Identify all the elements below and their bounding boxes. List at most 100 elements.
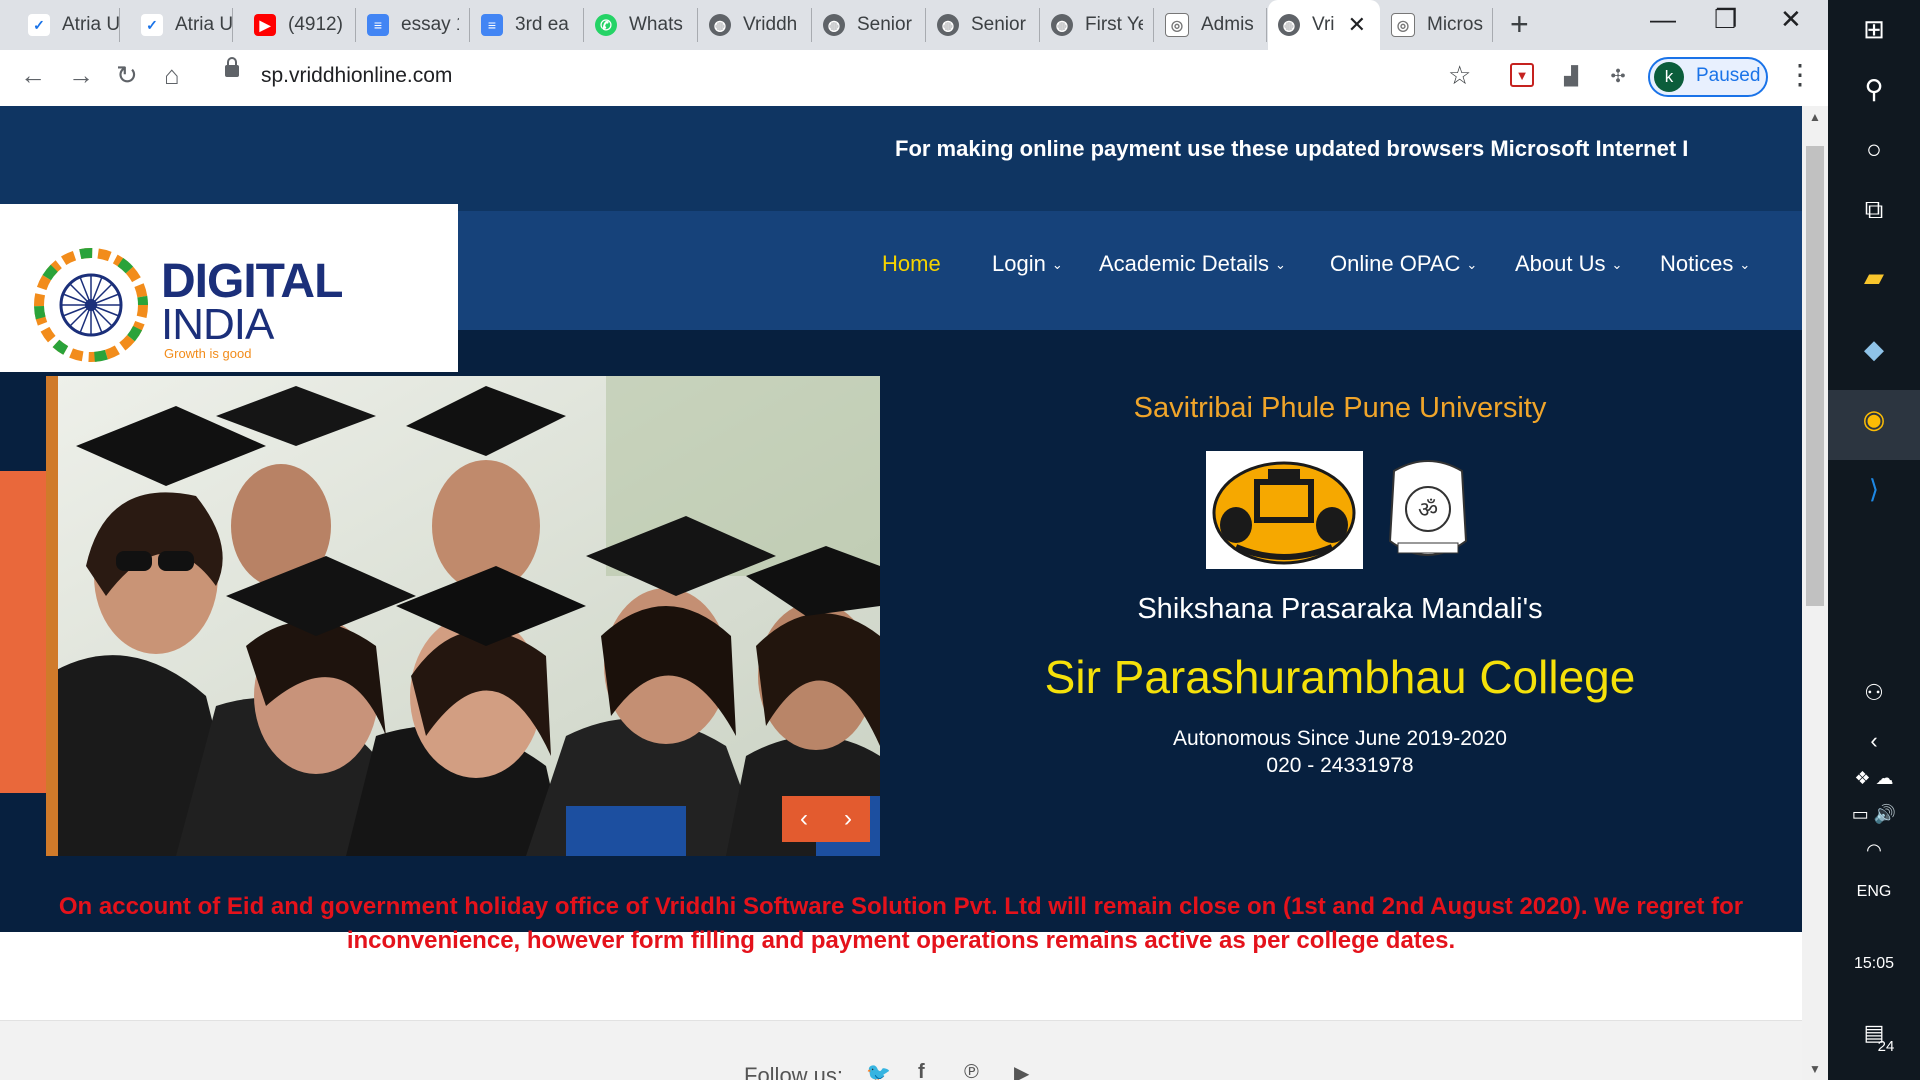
browser-tab[interactable]: ◍ Senior [927, 8, 1040, 42]
browser-tab[interactable]: ▶ (4912) [244, 8, 356, 42]
reload-icon[interactable]: ↻ [116, 60, 138, 91]
restore-icon[interactable]: ❐ [1714, 4, 1737, 35]
browser-tab[interactable]: ≡ essay 1 [357, 8, 470, 42]
battery-volume-icon[interactable]: ▭ 🔊 [1828, 804, 1920, 825]
globe-icon: ◍ [937, 14, 959, 36]
address-bar[interactable]: sp.vriddhionline.com [261, 64, 452, 88]
browser-tab[interactable]: ◍ First Ye [1041, 8, 1154, 42]
dropbox-onedrive-icon[interactable]: ❖ ☁ [1828, 768, 1920, 789]
extension-pocket-icon[interactable]: ▼ [1510, 63, 1534, 87]
vscode-icon[interactable]: ⟩ [1828, 474, 1920, 505]
windows-start-icon[interactable]: ⊞ [1828, 14, 1920, 45]
docs-icon: ≡ [367, 14, 389, 36]
browser-tab-active[interactable]: ◍ Vri ✕ [1268, 0, 1380, 50]
bookmark-star-icon[interactable]: ☆ [1448, 60, 1471, 91]
app-icon[interactable]: ◆ [1828, 334, 1920, 365]
language-indicator[interactable]: ENG [1828, 883, 1920, 901]
browser-tab[interactable]: ◎ Admis [1155, 8, 1267, 42]
browser-tab[interactable]: ✓ Atria U [18, 8, 120, 42]
globe-icon: ◍ [823, 14, 845, 36]
nav-academic-details[interactable]: Academic Details ⌄ [1099, 251, 1286, 277]
new-tab-button[interactable]: + [1510, 6, 1529, 43]
chevron-down-icon: ⌄ [1051, 257, 1063, 272]
show-hidden-icons-chevron-icon[interactable]: ‹ [1828, 728, 1920, 754]
holiday-notice: On account of Eid and government holiday… [58, 893, 1744, 954]
clock[interactable]: 15:05 [1828, 955, 1920, 973]
scroll-thumb[interactable] [1806, 146, 1824, 606]
profile-button[interactable]: k Paused [1648, 57, 1768, 97]
browser-tab[interactable]: ✓ Atria U [131, 8, 233, 42]
task-view-icon[interactable]: ⧉ [1828, 194, 1920, 226]
browser-tab[interactable]: ≡ 3rd ea [471, 8, 584, 42]
browser-tab-strip: ✓ Atria U ✓ Atria U ▶ (4912) ≡ essay 1 ≡… [0, 0, 1828, 50]
nav-notices[interactable]: Notices ⌄ [1660, 251, 1750, 277]
youtube-social-icon[interactable]: ▶ [1014, 1061, 1029, 1080]
digital-india-logo[interactable]: DIGITAL INDIA Growth is good [0, 204, 458, 372]
scroll-down-icon[interactable]: ▼ [1809, 1062, 1821, 1076]
tab-title: Vri [1312, 14, 1335, 35]
lock-icon[interactable] [225, 57, 239, 77]
pinterest-icon[interactable]: ℗ [964, 1061, 979, 1080]
home-icon[interactable]: ⌂ [164, 60, 180, 91]
twitter-icon[interactable]: 🐦 [866, 1061, 891, 1080]
minimize-icon[interactable]: — [1650, 4, 1676, 35]
page-viewport: For making online payment use these upda… [0, 106, 1802, 1080]
file-explorer-icon[interactable]: ▰ [1828, 262, 1920, 293]
page-scrollbar[interactable]: ▲ ▼ [1802, 106, 1828, 1080]
graduates-photo [46, 376, 880, 856]
ticker-band: For making online payment use these upda… [0, 106, 1802, 212]
college-phone: 020 - 24331978 [1266, 754, 1414, 777]
browser-tab[interactable]: ◍ Vriddh [699, 8, 812, 42]
college-icon: ◎ [1391, 13, 1415, 37]
footer: Follow us: 🐦 f ℗ ▶ [0, 1020, 1802, 1080]
tab-title: Micros [1427, 14, 1483, 35]
university-name: Savitribai Phule Pune University [1133, 392, 1547, 424]
back-icon[interactable]: ← [20, 60, 46, 91]
avatar: k [1654, 62, 1684, 92]
nav-home-label: Home [882, 251, 941, 276]
forward-icon[interactable]: → [68, 60, 94, 91]
ashoka-chakra-icon [34, 248, 148, 362]
nav-home[interactable]: Home [882, 251, 941, 277]
tab-title: Senior [971, 14, 1026, 35]
nav-online-opac[interactable]: Online OPAC ⌄ [1330, 251, 1477, 277]
chrome-icon[interactable]: ◉ [1828, 404, 1920, 435]
tab-title: Whats [629, 14, 683, 35]
cortana-icon[interactable]: ○ [1828, 134, 1920, 165]
search-icon[interactable]: ⚲ [1828, 74, 1920, 105]
slider-prev-button[interactable]: ‹ [782, 796, 826, 842]
tab-title: Atria U [175, 14, 232, 35]
image-slider: ‹ › [46, 376, 880, 856]
tab-title: Vriddh [743, 14, 798, 35]
tab-title: (4912) [288, 14, 343, 35]
facebook-icon[interactable]: f [918, 1061, 925, 1080]
chevron-down-icon: ⌄ [1611, 257, 1623, 272]
chevron-down-icon: ⌄ [1739, 257, 1751, 272]
people-icon[interactable]: ⚇ [1828, 680, 1920, 706]
browser-toolbar: ← → ↻ ⌂ sp.vriddhionline.com ☆ ▼ ▟ ✣ k P… [0, 50, 1828, 107]
tab-title: First Ye [1085, 14, 1143, 35]
nav-opac-label: Online OPAC [1330, 251, 1461, 276]
notification-count: 24 [1877, 1038, 1895, 1055]
wifi-icon[interactable]: ◠ [1828, 840, 1920, 861]
browser-tab[interactable]: ◎ Micros [1381, 8, 1493, 42]
nav-about-us[interactable]: About Us ⌄ [1515, 251, 1622, 277]
tab-title: 3rd ea [515, 14, 569, 35]
browser-menu-icon[interactable]: ⋮ [1786, 58, 1814, 91]
extension-chart-icon[interactable]: ▟ [1558, 63, 1584, 89]
chevron-down-icon: ⌄ [1274, 257, 1286, 272]
browser-tab[interactable]: ✆ Whats [585, 8, 698, 42]
browser-tab[interactable]: ◍ Senior [813, 8, 926, 42]
autonomous-status: Autonomous Since June 2019-2020 [1173, 727, 1507, 750]
university-emblem-icon [1206, 451, 1363, 569]
extensions-puzzle-icon[interactable]: ✣ [1605, 63, 1631, 89]
close-tab-icon[interactable]: ✕ [1348, 12, 1366, 38]
nav-login[interactable]: Login ⌄ [992, 251, 1063, 277]
slider-next-button[interactable]: › [826, 796, 870, 842]
college-name: Sir Parashurambhau College [1044, 651, 1636, 703]
scroll-up-icon[interactable]: ▲ [1809, 110, 1821, 124]
logo-text-india: INDIA [161, 300, 274, 349]
atria-icon: ✓ [28, 14, 50, 36]
close-window-icon[interactable]: ✕ [1780, 4, 1802, 35]
tab-title: essay 1 [401, 14, 459, 35]
